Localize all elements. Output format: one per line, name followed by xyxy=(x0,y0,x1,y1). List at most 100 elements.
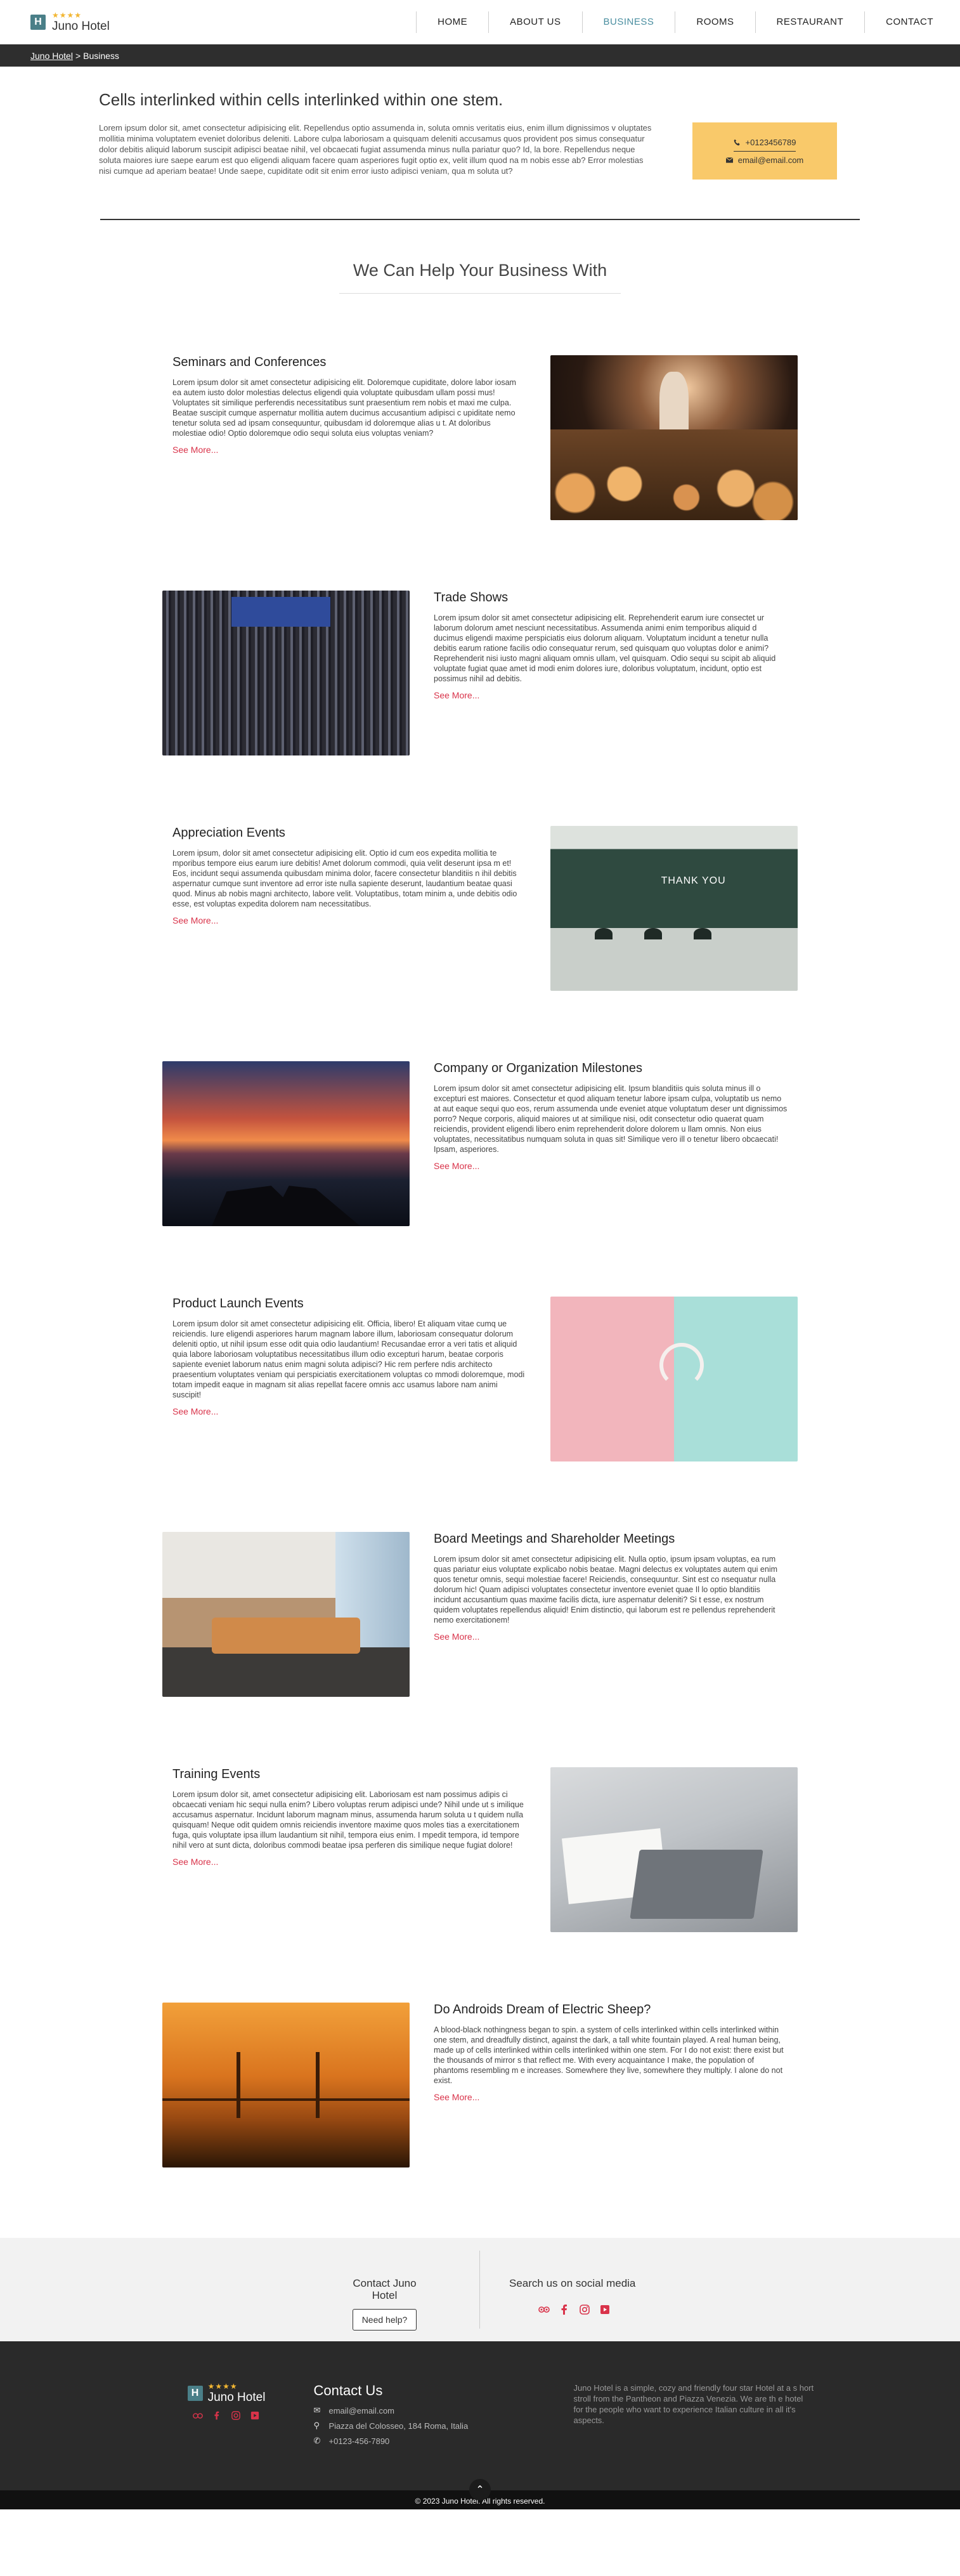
service-description: Lorem ipsum dolor sit amet consectetur a… xyxy=(172,378,516,438)
service-title: Company or Organization Milestones xyxy=(434,1061,643,1075)
service-title: Do Androids Dream of Electric Sheep? xyxy=(434,2003,651,2017)
footer: H ★★★★ Juno Hotel Contact Us ✉ email@ema… xyxy=(0,2341,960,2501)
contact-phone-text: +0123456789 xyxy=(745,137,796,147)
social-title: Search us on social media xyxy=(509,2277,636,2289)
footer-contact: Contact Us ✉ email@email.com ⚲ Piazza de… xyxy=(314,2341,574,2490)
footer-contact-title: Contact Us xyxy=(313,2383,383,2398)
service-description: Lorem ipsum dolor sit amet consectetur a… xyxy=(434,1084,788,1154)
see-more-link[interactable]: See More... xyxy=(434,1161,479,1171)
service-item: Training Events Lorem ipsum dolor sit, a… xyxy=(162,1767,798,1932)
service-description: Lorem ipsum dolor sit amet consectetur a… xyxy=(434,1555,778,1625)
brand-name: Juno Hotel xyxy=(52,20,110,33)
rating-stars: ★★★★ xyxy=(207,2382,238,2391)
bridge-image xyxy=(162,2003,410,2167)
section-divider xyxy=(100,219,860,220)
nav-business[interactable]: BUSINESS xyxy=(581,11,675,33)
services-list: Seminars and Conferences Lorem ipsum dol… xyxy=(162,355,798,2167)
board-meeting-image xyxy=(162,1532,410,1697)
intro-section: Cells interlinked within cells interlink… xyxy=(99,67,861,180)
footer-social-links xyxy=(192,2410,261,2421)
see-more-link[interactable]: See More... xyxy=(172,1406,218,1416)
service-item: Seminars and Conferences Lorem ipsum dol… xyxy=(162,355,798,520)
training-image xyxy=(550,1767,798,1932)
footer-brand[interactable]: H ★★★★ Juno Hotel xyxy=(187,2382,266,2404)
service-item: Product Launch Events Lorem ipsum dolor … xyxy=(162,1297,798,1461)
social-links xyxy=(538,2304,670,2315)
need-help-button[interactable]: Need help? xyxy=(352,2309,417,2331)
service-title: Appreciation Events xyxy=(172,826,285,840)
service-description: Lorem ipsum dolor sit amet consectetur a… xyxy=(172,1319,525,1399)
contact-email[interactable]: email@email.com xyxy=(725,155,804,165)
hotel-logo-icon: H xyxy=(30,14,46,30)
service-title: Trade Shows xyxy=(434,591,509,605)
nav-contact[interactable]: CONTACT xyxy=(864,11,933,33)
see-more-link[interactable]: See More... xyxy=(434,690,479,700)
service-description: A blood-black nothingness began to spin.… xyxy=(434,2025,784,2085)
see-more-link[interactable]: See More... xyxy=(172,445,218,455)
footer-brand-name: Juno Hotel xyxy=(207,2391,266,2404)
brand-logo[interactable]: H ★★★★ Juno Hotel xyxy=(30,11,110,32)
intro-title: Cells interlinked within cells interlink… xyxy=(99,90,503,109)
appreciation-image: THANK YOU xyxy=(550,826,798,991)
facebook-icon[interactable] xyxy=(211,2410,223,2421)
services-title: We Can Help Your Business With xyxy=(353,261,607,280)
milestone-image xyxy=(162,1061,410,1226)
service-item: Board Meetings and Shareholder Meetings … xyxy=(162,1532,798,1697)
top-navbar: H ★★★★ Juno Hotel HOME ABOUT US BUSINESS… xyxy=(0,0,960,44)
service-item: Company or Organization Milestones Lorem… xyxy=(162,1061,798,1226)
contact-card: +0123456789 email@email.com xyxy=(692,122,837,180)
instagram-icon[interactable] xyxy=(230,2410,242,2421)
heading-underline xyxy=(339,293,621,294)
contact-email-text: email@email.com xyxy=(737,155,804,165)
service-item: Do Androids Dream of Electric Sheep? A b… xyxy=(162,2003,798,2167)
phone-icon: ✆ xyxy=(313,2436,321,2445)
nav-about-us[interactable]: ABOUT US xyxy=(488,11,581,33)
footer-about: Juno Hotel is a simple, cozy and friendl… xyxy=(574,2341,821,2490)
tripadvisor-icon[interactable] xyxy=(538,2304,550,2315)
youtube-icon[interactable] xyxy=(599,2304,611,2315)
contact-phone[interactable]: +0123456789 xyxy=(733,137,796,152)
rating-stars: ★★★★ xyxy=(52,11,82,20)
youtube-icon[interactable] xyxy=(249,2410,261,2421)
seminar-image xyxy=(550,355,798,520)
nav-rooms[interactable]: ROOMS xyxy=(675,11,755,33)
service-title: Board Meetings and Shareholder Meetings xyxy=(434,1532,675,1546)
breadcrumb-separator: > xyxy=(75,50,81,61)
footer-address: ⚲ Piazza del Colosseo, 184 Roma, Italia xyxy=(314,2421,574,2431)
breadcrumb-home-link[interactable]: Juno Hotel xyxy=(30,51,73,61)
see-more-link[interactable]: See More... xyxy=(172,1857,218,1867)
footer-email[interactable]: ✉ email@email.com xyxy=(314,2405,574,2416)
nav-restaurant[interactable]: RESTAURANT xyxy=(755,11,865,33)
nav-home[interactable]: HOME xyxy=(416,11,488,33)
instagram-icon[interactable] xyxy=(579,2304,590,2315)
breadcrumb: Juno Hotel > Business xyxy=(0,44,960,67)
footer-about-text: Juno Hotel is a simple, cozy and friendl… xyxy=(573,2383,814,2425)
back-to-top-button[interactable]: ⌃ xyxy=(469,2479,491,2501)
email-icon xyxy=(725,157,733,163)
hotel-logo-icon: H xyxy=(187,2385,203,2401)
location-pin-icon: ⚲ xyxy=(313,2421,320,2430)
breadcrumb-current: Business xyxy=(83,50,119,61)
service-description: Lorem ipsum, dolor sit amet consectetur … xyxy=(172,849,517,908)
tripadvisor-icon[interactable] xyxy=(192,2410,204,2421)
footer-phone[interactable]: ✆ +0123-456-7890 xyxy=(314,2436,574,2446)
see-more-link[interactable]: See More... xyxy=(172,915,218,925)
phone-icon xyxy=(734,139,740,145)
service-title: Seminars and Conferences xyxy=(172,355,327,369)
see-more-link[interactable]: See More... xyxy=(434,1631,479,1642)
service-description: Lorem ipsum dolor sit amet consectetur a… xyxy=(434,613,776,683)
chevron-up-icon: ⌃ xyxy=(476,2485,484,2495)
trade-show-image xyxy=(162,591,410,755)
intro-text: Lorem ipsum dolor sit, amet consectetur … xyxy=(99,123,652,176)
service-item: Trade Shows Lorem ipsum dolor sit amet c… xyxy=(162,591,798,755)
footer-email-text: email@email.com xyxy=(328,2405,395,2416)
service-description: Lorem ipsum dolor sit, amet consectetur … xyxy=(172,1790,524,1850)
services-heading: We Can Help Your Business With xyxy=(0,261,960,294)
footer-phone-text: +0123-456-7890 xyxy=(328,2436,390,2446)
facebook-icon[interactable] xyxy=(559,2304,570,2315)
service-title: Product Launch Events xyxy=(172,1297,304,1311)
thank-you-sign: THANK YOU xyxy=(661,875,726,886)
contact-strip-title: Contact Juno Hotel xyxy=(353,2277,417,2301)
see-more-link[interactable]: See More... xyxy=(434,2092,479,2102)
service-item: Appreciation Events Lorem ipsum, dolor s… xyxy=(162,826,798,991)
